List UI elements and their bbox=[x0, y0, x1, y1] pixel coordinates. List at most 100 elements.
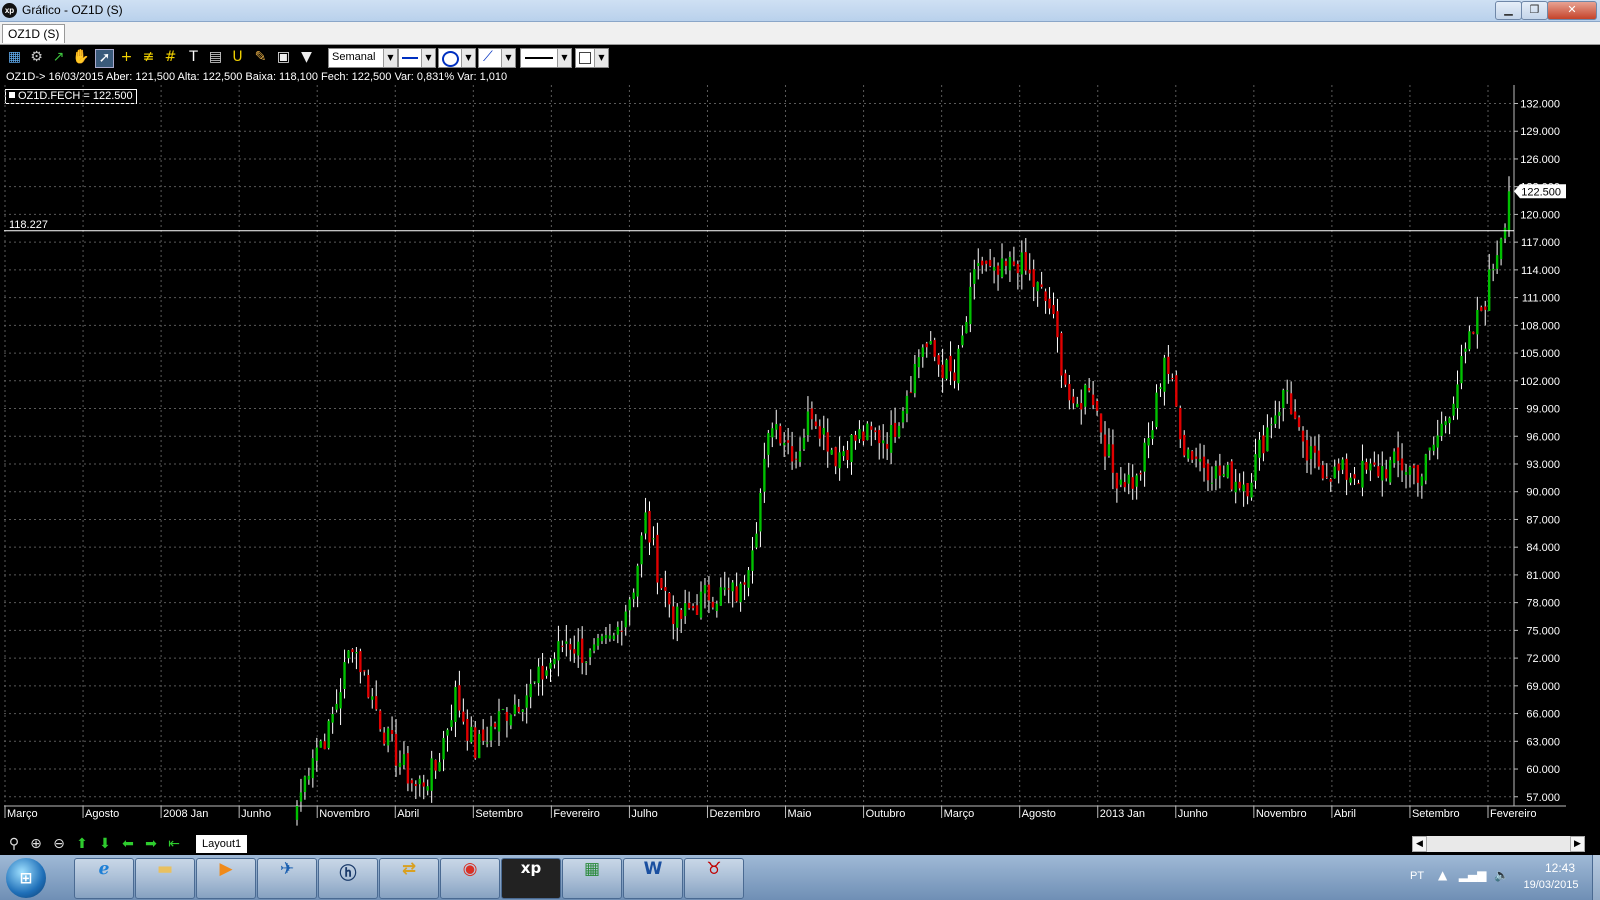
volume-icon[interactable]: 🔈 bbox=[1494, 868, 1509, 882]
candle-body bbox=[1115, 473, 1119, 489]
arrow-down-icon[interactable]: ⬇ bbox=[96, 835, 114, 853]
taskbar-hp[interactable]: ⓗ bbox=[318, 858, 378, 899]
taskbar-ie[interactable]: ℯ bbox=[74, 858, 134, 899]
tab-layout1[interactable]: Layout1 bbox=[196, 835, 248, 853]
candle-body bbox=[359, 651, 362, 673]
x-tick-label: Março bbox=[7, 808, 38, 820]
candle-body bbox=[624, 611, 627, 628]
candle-body bbox=[786, 440, 790, 443]
candle-body bbox=[794, 458, 798, 460]
candle-body bbox=[1274, 415, 1277, 424]
candle-body bbox=[648, 510, 651, 543]
candle-body bbox=[513, 704, 517, 715]
candle-body bbox=[885, 443, 889, 449]
candle-body bbox=[1008, 257, 1012, 271]
scroll-left-icon[interactable]: ◀ bbox=[1412, 836, 1427, 852]
taskbar-network-app[interactable]: ▦ bbox=[562, 858, 622, 899]
candle-body bbox=[1004, 261, 1008, 266]
start-button[interactable]: ⊞ bbox=[6, 858, 46, 898]
horizontal-scrollbar[interactable]: ◀ ▶ bbox=[1412, 836, 1585, 852]
candle-body bbox=[1317, 450, 1321, 467]
candle-body bbox=[672, 606, 675, 625]
candle-body bbox=[953, 372, 956, 381]
candle-body bbox=[1064, 373, 1067, 385]
price-chart[interactable]: 57.000 60.000 63.000 66.000 69.000 72.000 75.0… bbox=[0, 0, 1600, 900]
candle-body bbox=[569, 644, 572, 650]
candle-body bbox=[1484, 306, 1487, 310]
candle-body bbox=[1337, 463, 1340, 471]
arrow-right-icon[interactable]: ➡ bbox=[142, 835, 160, 853]
zoom-in-icon[interactable]: ⊕ bbox=[27, 835, 45, 853]
network-signal-icon[interactable]: ▂▄▆ bbox=[1459, 868, 1487, 882]
candle-body bbox=[1171, 377, 1174, 379]
x-tick-label: Novembro bbox=[319, 808, 370, 820]
y-tick-label: 105.000 bbox=[1520, 348, 1560, 360]
candle-body bbox=[779, 426, 782, 444]
candle-body bbox=[462, 711, 465, 722]
windows-logo-icon: ⊞ bbox=[19, 869, 33, 887]
candle-body bbox=[1258, 439, 1261, 458]
system-tray[interactable]: ▲ ▂▄▆ 🔈 bbox=[1438, 868, 1509, 882]
candle-body bbox=[573, 649, 576, 654]
candle-body bbox=[1230, 461, 1233, 490]
candle-body bbox=[545, 670, 548, 676]
candle-body bbox=[664, 587, 667, 591]
candle-body bbox=[1270, 424, 1273, 426]
taskbar-xp[interactable]: xp bbox=[501, 858, 561, 899]
candle-body bbox=[846, 450, 849, 461]
candle-body bbox=[1155, 392, 1158, 428]
search-icon[interactable]: ⚲ bbox=[5, 835, 23, 853]
candle-body bbox=[1068, 383, 1071, 401]
taskbar-outlook[interactable]: ✈ bbox=[257, 858, 317, 899]
arrow-up-icon[interactable]: ⬆ bbox=[73, 835, 91, 853]
taskbar-media-player[interactable]: ▶ bbox=[196, 858, 256, 899]
taskbar-folder-sync[interactable]: ⇄ bbox=[379, 858, 439, 899]
y-tick-label: 87.000 bbox=[1526, 514, 1560, 526]
candle-body bbox=[1210, 482, 1214, 484]
y-tick-label: 90.000 bbox=[1526, 487, 1560, 499]
y-tick-label: 63.000 bbox=[1526, 736, 1560, 748]
taskbar-chrome[interactable]: ◉ bbox=[440, 858, 500, 899]
y-tick-label: 93.000 bbox=[1526, 459, 1560, 471]
zoom-out-icon[interactable]: ⊖ bbox=[50, 835, 68, 853]
candle-body bbox=[394, 733, 398, 766]
candle-body bbox=[1345, 458, 1348, 480]
candle-body bbox=[497, 711, 501, 732]
candle-body bbox=[969, 286, 972, 325]
clock-date[interactable]: 19/03/2015 bbox=[1511, 879, 1591, 891]
candle-body bbox=[450, 720, 453, 727]
go-end-icon[interactable]: ⇤ bbox=[165, 835, 183, 853]
tray-expand-icon[interactable]: ▲ bbox=[1438, 868, 1447, 882]
show-desktop-button[interactable] bbox=[1592, 855, 1600, 900]
taskbar-ms-bull[interactable]: ♉ bbox=[684, 858, 744, 899]
clock-time[interactable]: 12:43 bbox=[1530, 861, 1590, 875]
candle-body bbox=[1460, 355, 1463, 384]
candle-body bbox=[355, 651, 358, 654]
candle-body bbox=[834, 447, 837, 467]
candle-body bbox=[830, 449, 833, 455]
candle-body bbox=[1408, 466, 1412, 475]
candle-body bbox=[878, 430, 881, 444]
scroll-right-icon[interactable]: ▶ bbox=[1570, 836, 1585, 852]
candle-body bbox=[1278, 411, 1281, 416]
candle-body bbox=[1183, 434, 1186, 456]
language-indicator[interactable]: PT bbox=[1410, 870, 1424, 882]
y-tick-label: 81.000 bbox=[1526, 570, 1560, 582]
candle-body bbox=[1032, 269, 1035, 287]
candle-body bbox=[802, 437, 806, 450]
candle-body bbox=[1468, 331, 1471, 350]
candle-body bbox=[719, 587, 723, 606]
candle-body bbox=[628, 599, 631, 611]
taskbar-word[interactable]: W bbox=[623, 858, 683, 899]
candle-body bbox=[335, 703, 338, 710]
taskbar-explorer[interactable]: ▬ bbox=[135, 858, 195, 899]
chart-nav-bar: ⚲ ⊕ ⊖ ⬆ ⬇ ⬅ ➡ ⇤ Layout1 ◀ ▶ bbox=[0, 834, 1600, 854]
candle-body bbox=[949, 355, 952, 372]
candle-body bbox=[1012, 261, 1016, 266]
candle-body bbox=[723, 587, 726, 590]
candle-body bbox=[691, 605, 695, 609]
candle-body bbox=[315, 747, 319, 761]
x-tick-label: Dezembro bbox=[709, 808, 760, 820]
arrow-left-icon[interactable]: ⬅ bbox=[119, 835, 137, 853]
candle-body bbox=[1052, 304, 1055, 315]
